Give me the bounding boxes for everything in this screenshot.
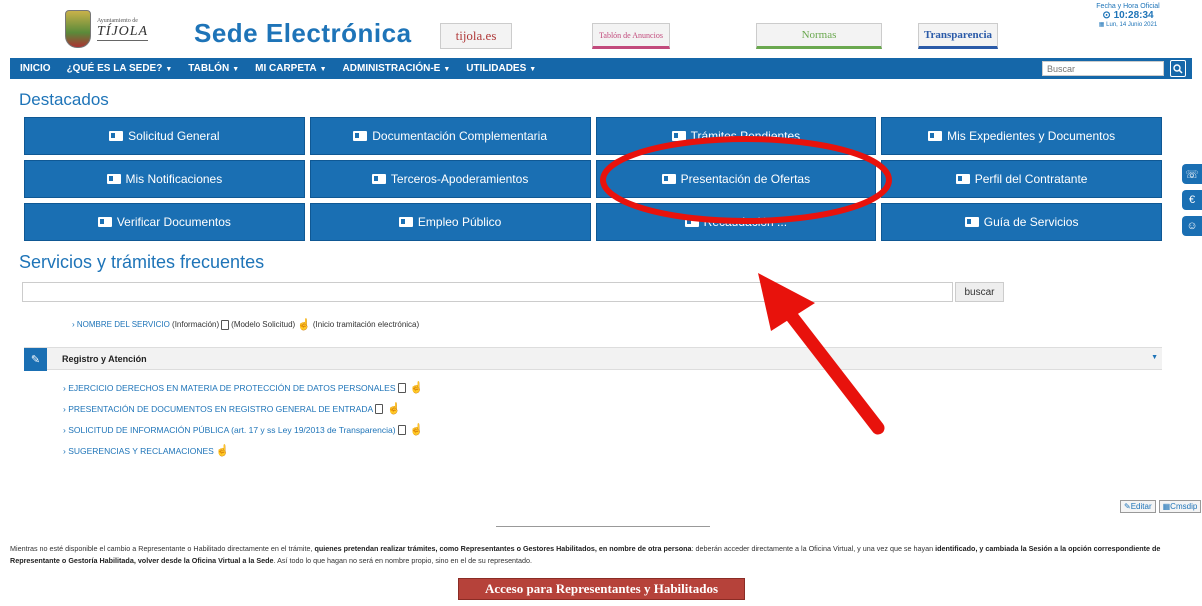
tile-empleo-publico[interactable]: Empleo Público bbox=[309, 203, 591, 241]
divider bbox=[496, 526, 710, 527]
legend-model: (Modelo Solicitud) bbox=[231, 320, 296, 329]
clock-label: Fecha y Hora Oficial bbox=[1096, 3, 1160, 10]
id-card-icon bbox=[353, 131, 368, 141]
list-item[interactable]: › SUGERENCIAS Y RECLAMACIONES ☝ bbox=[63, 440, 425, 461]
annotation-overlay bbox=[600, 136, 892, 435]
logo-title: TÍJOLA bbox=[97, 23, 149, 41]
id-card-icon bbox=[964, 217, 979, 227]
id-card-icon bbox=[106, 174, 121, 184]
hand-pointer-icon[interactable]: ☝ bbox=[410, 381, 424, 394]
main-nav: INICIO ¿QUÉ ES LA SEDE? ▼ TABLÓN ▼ MI CARP… bbox=[10, 58, 1192, 79]
clock-date: Lun, 14 Junio 2021 bbox=[1106, 22, 1158, 28]
help-icon: ☺ bbox=[1186, 220, 1198, 232]
id-card-icon bbox=[97, 217, 112, 227]
services-search-input[interactable] bbox=[22, 282, 953, 302]
id-card-icon bbox=[109, 131, 124, 141]
tile-terceros-apoderamientos[interactable]: Terceros-Apoderamientos bbox=[309, 160, 591, 198]
legend-start: (Inicio tramitación electrónica) bbox=[312, 320, 420, 329]
representatives-notice: Mientras no esté disponible el cambio a … bbox=[10, 544, 1161, 565]
hand-pointer-icon[interactable]: ☝ bbox=[410, 423, 424, 436]
tile-recaudacion[interactable]: Recaudación ... bbox=[595, 203, 877, 241]
document-icon[interactable] bbox=[375, 403, 384, 414]
edit-button[interactable]: ✎ Editar bbox=[1120, 500, 1156, 513]
tile-solicitud-general[interactable]: Solicitud General bbox=[24, 117, 305, 155]
services-legend: › NOMBRE DEL SERVICIO (Información) (Mod… bbox=[72, 318, 419, 331]
legend-service-name: › NOMBRE DEL SERVICIO bbox=[72, 320, 170, 329]
caret-down-icon: ▼ bbox=[232, 66, 240, 73]
caret-down-icon: ▼ bbox=[319, 66, 327, 73]
pencil-icon: ✎ bbox=[1124, 502, 1131, 511]
legend-info: (Información) bbox=[172, 320, 220, 329]
tile-perfil-contratante[interactable]: Perfil del Contratante bbox=[881, 160, 1162, 198]
tile-verificar-documentos[interactable]: Verificar Documentos bbox=[24, 203, 305, 241]
nav-que-es-la-sede[interactable]: ¿QUÉ ES LA SEDE? ▼ bbox=[59, 63, 181, 74]
caret-down-icon: ▼ bbox=[443, 66, 451, 73]
search-icon bbox=[1173, 63, 1183, 74]
link-tablon-anuncios[interactable]: Tablón de Anuncios bbox=[592, 23, 670, 49]
side-tab-help[interactable]: ☺ bbox=[1182, 216, 1202, 236]
services-list: › EJERCICIO DERECHOS EN MATERIA DE PROTE… bbox=[63, 377, 425, 461]
tile-guia-servicios[interactable]: Guía de Servicios bbox=[881, 203, 1162, 241]
grid-icon: ▦ bbox=[1162, 502, 1171, 511]
id-card-icon bbox=[371, 174, 386, 184]
id-card-icon bbox=[684, 217, 699, 227]
cms-buttons: ✎ Editar ▦ Cmsdip bbox=[1120, 500, 1202, 513]
tile-tramites-pendientes[interactable]: Trámites Pendientes bbox=[595, 117, 877, 155]
nav-administracion-e[interactable]: ADMINISTRACIÓN-E ▼ bbox=[335, 63, 459, 74]
list-item[interactable]: › PRESENTACIÓN DE DOCUMENTOS EN REGISTRO… bbox=[63, 398, 425, 419]
list-item[interactable]: › SOLICITUD DE INFORMACIÓN PÚBLICA (art.… bbox=[63, 419, 425, 440]
hand-pointer-icon[interactable]: ☝ bbox=[387, 402, 401, 415]
caret-down-icon[interactable]: ▼ bbox=[1151, 354, 1158, 361]
official-clock: Fecha y Hora Oficial ⊙ 10:28:34 ▦ Lun, 1… bbox=[1068, 3, 1188, 28]
id-card-icon bbox=[955, 174, 970, 184]
id-card-icon bbox=[928, 131, 943, 141]
category-registro-atencion[interactable]: ✎ Registro y Atención ▼ bbox=[24, 347, 1162, 371]
access-representatives-button[interactable]: Acceso para Representantes y Habilitados bbox=[458, 578, 745, 600]
cmsdip-button[interactable]: ▦ Cmsdip bbox=[1158, 500, 1202, 513]
coat-of-arms-icon bbox=[65, 10, 91, 48]
link-transparencia[interactable]: Transparencia bbox=[918, 23, 998, 49]
search-input[interactable] bbox=[1042, 61, 1164, 76]
euro-icon: € bbox=[1188, 194, 1196, 206]
nav-tablon[interactable]: TABLÓN ▼ bbox=[180, 63, 247, 74]
destacados-grid: Solicitud General Documentación Compleme… bbox=[24, 117, 1162, 241]
side-tab-payment[interactable]: € bbox=[1182, 190, 1202, 210]
site-title[interactable]: Sede Electrónica bbox=[194, 18, 412, 49]
tile-documentacion-complementaria[interactable]: Documentación Complementaria bbox=[309, 117, 591, 155]
id-card-icon bbox=[661, 174, 676, 184]
category-label: Registro y Atención bbox=[62, 354, 147, 364]
clock-time: 10:28:34 bbox=[1113, 10, 1154, 21]
hand-pointer-icon[interactable]: ☝ bbox=[216, 444, 230, 457]
services-heading: Servicios y trámites frecuentes bbox=[19, 252, 265, 272]
caret-down-icon: ▼ bbox=[165, 66, 173, 73]
nav-mi-carpeta[interactable]: MI CARPETA ▼ bbox=[247, 63, 334, 74]
document-icon[interactable] bbox=[397, 382, 406, 393]
ayuntamiento-logo[interactable]: Ayuntamiento de TÍJOLA bbox=[65, 8, 180, 50]
id-card-icon bbox=[398, 217, 413, 227]
services-search-button[interactable]: buscar bbox=[955, 282, 1004, 302]
caret-down-icon: ▼ bbox=[529, 66, 537, 73]
chat-icon: ☏ bbox=[1185, 168, 1199, 181]
id-card-icon bbox=[671, 131, 686, 141]
tile-presentacion-ofertas[interactable]: Presentación de Ofertas bbox=[595, 160, 877, 198]
document-icon[interactable] bbox=[397, 424, 406, 435]
link-tijola[interactable]: tijola.es bbox=[440, 23, 512, 49]
clock-icon: ⊙ bbox=[1102, 10, 1114, 21]
side-tab-chat[interactable]: ☏ bbox=[1182, 164, 1202, 184]
hand-pointer-icon: ☝ bbox=[297, 319, 311, 331]
site-header: Ayuntamiento de TÍJOLA Sede Electrónica … bbox=[10, 0, 1192, 54]
destacados-heading: Destacados bbox=[19, 90, 109, 109]
handshake-icon: ✎ bbox=[24, 348, 47, 371]
document-icon bbox=[221, 319, 230, 330]
search-button[interactable] bbox=[1170, 60, 1186, 77]
nav-utilidades[interactable]: UTILIDADES ▼ bbox=[458, 63, 544, 74]
list-item[interactable]: › EJERCICIO DERECHOS EN MATERIA DE PROTE… bbox=[63, 377, 425, 398]
tile-mis-notificaciones[interactable]: Mis Notificaciones bbox=[24, 160, 305, 198]
nav-inicio[interactable]: INICIO bbox=[10, 63, 59, 74]
tile-mis-expedientes[interactable]: Mis Expedientes y Documentos bbox=[881, 117, 1162, 155]
link-normas[interactable]: Normas bbox=[756, 23, 882, 49]
